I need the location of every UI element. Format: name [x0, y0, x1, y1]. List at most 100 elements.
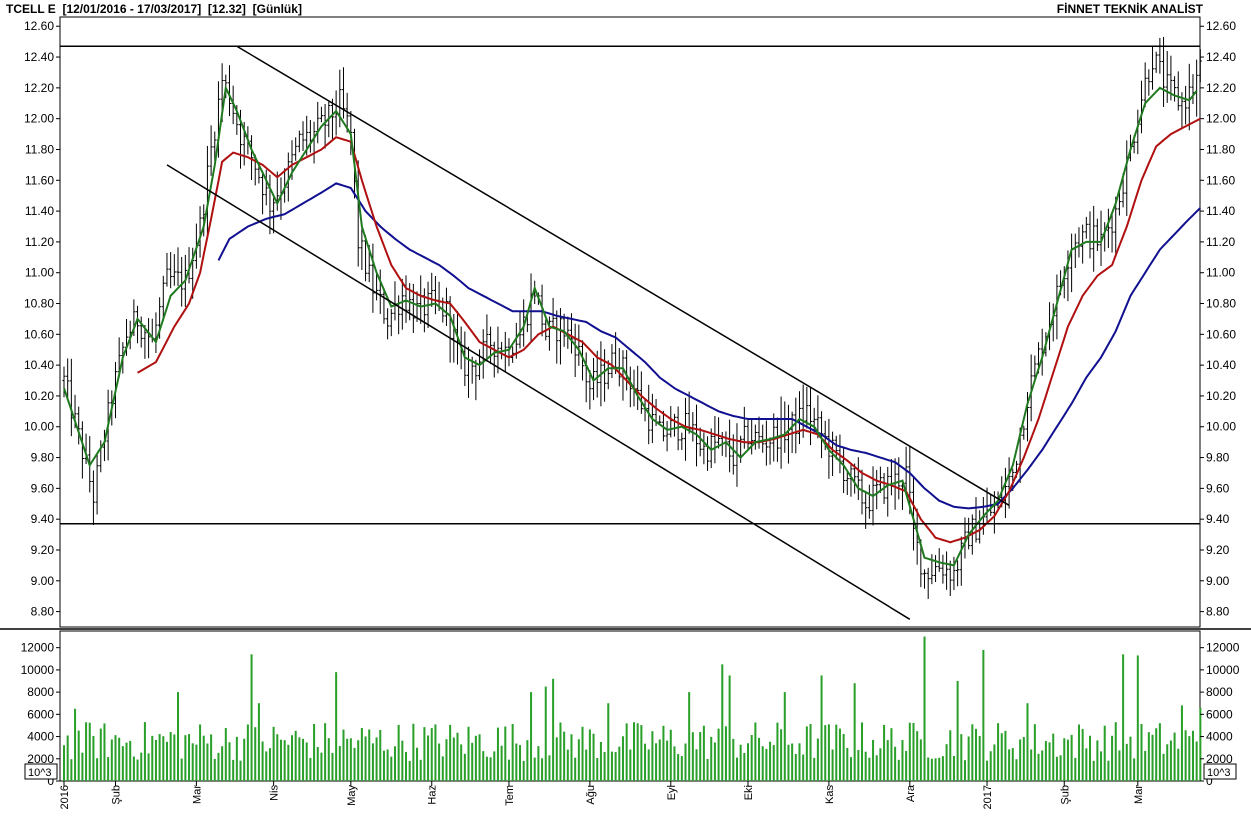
y-tick-label-right: 12.60 — [1206, 19, 1236, 33]
volume-bar — [791, 743, 794, 781]
y-tick-label-left: 9.40 — [31, 512, 55, 526]
volume-bar — [419, 759, 422, 781]
price-bar — [209, 125, 213, 176]
volume-bar — [636, 723, 639, 781]
price-bar — [1125, 140, 1129, 216]
price-bar — [849, 464, 853, 497]
volume-bar — [699, 732, 702, 781]
volume-bar — [662, 725, 665, 781]
volume-bar — [294, 730, 297, 781]
volume-bar — [1059, 755, 1062, 781]
volume-bar — [118, 737, 121, 781]
volume-bar — [239, 760, 242, 781]
volume-bar — [224, 728, 227, 781]
volume-bar — [338, 746, 341, 781]
volume-bar — [864, 751, 867, 781]
volume-bar — [563, 731, 566, 781]
y-tick-label-right: 11.60 — [1206, 173, 1235, 187]
price-bar — [808, 387, 813, 446]
price-bar — [775, 417, 780, 462]
volume-bar — [677, 754, 680, 781]
volume-bar — [849, 757, 852, 781]
volume-bar — [99, 728, 102, 781]
volume-bar — [515, 743, 518, 781]
price-bar — [875, 469, 879, 510]
volume-bar — [210, 734, 213, 781]
price-bar — [507, 338, 511, 367]
price-bar — [625, 350, 629, 391]
volume-bar — [541, 758, 544, 781]
volume-bar — [872, 739, 875, 781]
volume-bar — [1191, 730, 1194, 781]
volume-bar — [610, 751, 613, 781]
volume-bar — [408, 760, 411, 781]
volume-bar — [1077, 724, 1080, 781]
price-bar — [610, 344, 614, 379]
volume-bar — [1026, 703, 1029, 781]
x-tick-label: 2016 — [59, 785, 71, 809]
volume-bar — [140, 752, 143, 781]
price-bar — [404, 275, 408, 323]
volume-bar — [1122, 654, 1125, 781]
unit-label-left: 10^3 — [28, 767, 52, 779]
volume-bar — [107, 757, 110, 781]
volume-bar — [390, 756, 393, 781]
price-bar — [172, 254, 176, 286]
volume-bar — [673, 746, 676, 781]
price-bar — [386, 308, 390, 340]
volume-bar — [533, 757, 536, 781]
volume-bar — [1030, 749, 1033, 781]
y-tick-label-left: 9.60 — [31, 481, 55, 495]
volume-bar — [254, 727, 257, 781]
volume-bar — [1147, 732, 1150, 781]
price-bar — [154, 312, 158, 353]
volume-bar — [614, 752, 617, 781]
volume-bar — [820, 675, 823, 781]
volume-bar — [103, 723, 106, 781]
volume-bar — [228, 742, 231, 781]
volume-bar — [875, 755, 878, 781]
volume-bar — [213, 758, 216, 781]
volume-bar — [154, 740, 157, 781]
vol-tick-label-left: 12000 — [21, 641, 55, 655]
volume-bar — [504, 726, 507, 781]
volume-bar — [952, 755, 955, 781]
y-tick-label-left: 8.80 — [31, 605, 55, 619]
y-tick-label-right: 12.20 — [1206, 81, 1236, 95]
volume-bar — [827, 724, 830, 781]
volume-bar — [1184, 730, 1187, 781]
volume-bar — [143, 722, 146, 781]
y-tick-label-right: 9.20 — [1206, 543, 1230, 557]
x-tick-label: Haz — [427, 785, 439, 805]
volume-bar — [405, 751, 408, 781]
price-bar — [1084, 216, 1088, 239]
volume-bar — [1199, 707, 1202, 781]
volume-bar — [460, 744, 463, 781]
y-tick-label-right: 9.80 — [1206, 451, 1230, 465]
y-tick-label-right: 12.40 — [1206, 50, 1236, 64]
price-bar — [91, 470, 96, 526]
vol-tick-label-right: 10000 — [1206, 663, 1240, 677]
price-bar — [1077, 227, 1081, 258]
volume-bar — [265, 751, 268, 781]
volume-bar — [246, 724, 249, 781]
volume-bar — [916, 731, 919, 781]
price-bar — [308, 119, 312, 153]
volume-bar — [658, 739, 661, 781]
volume-bar — [842, 733, 845, 781]
volume-bar — [430, 728, 433, 781]
volume-bar — [1008, 749, 1011, 781]
price-bar — [713, 416, 717, 464]
price-bar — [926, 567, 930, 599]
price-bar — [356, 160, 360, 267]
volume-bar — [1044, 741, 1047, 781]
volume-bar — [912, 723, 915, 781]
x-tick-label: Mar — [1133, 785, 1145, 804]
price-bar — [639, 371, 643, 414]
vol-tick-label-right: 6000 — [1206, 707, 1233, 721]
y-tick-label-right: 12.00 — [1206, 112, 1236, 126]
volume-bar — [342, 729, 345, 781]
volume-bar — [522, 760, 525, 781]
volume-bar — [92, 735, 95, 781]
price-bar — [169, 252, 173, 289]
